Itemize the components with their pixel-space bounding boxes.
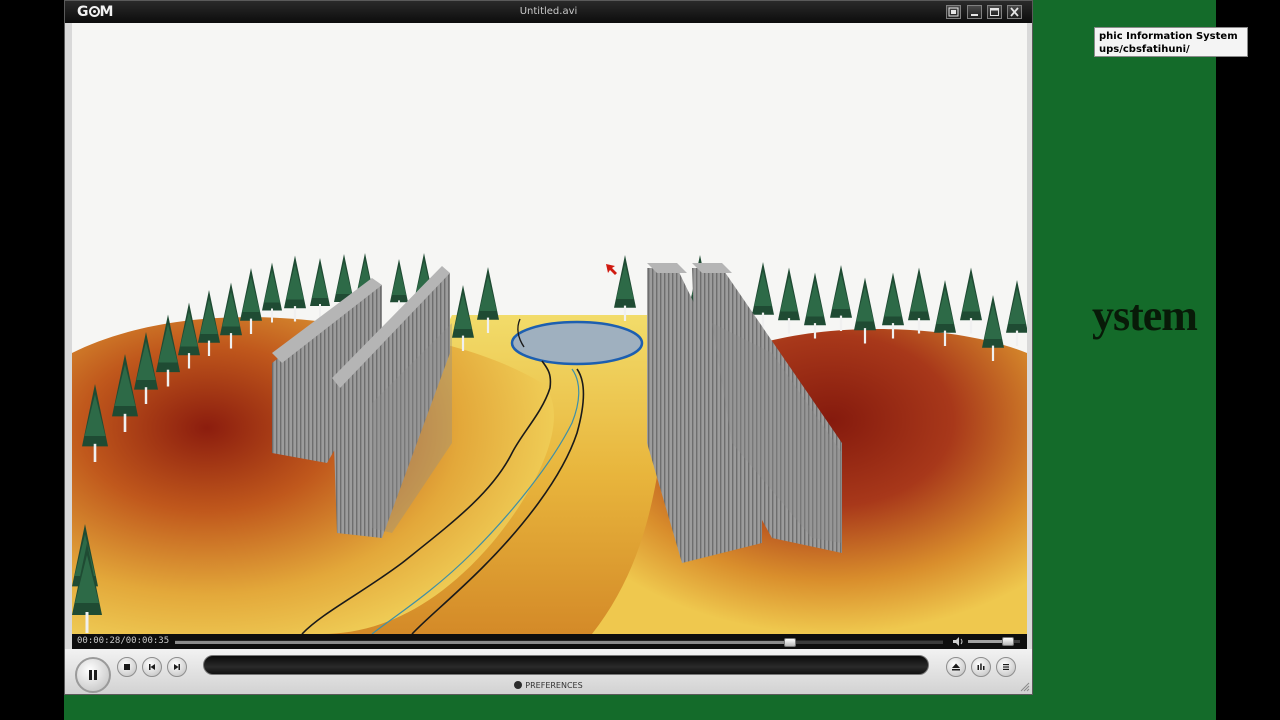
lake xyxy=(510,320,644,366)
stop-icon xyxy=(124,664,130,670)
close-button[interactable] xyxy=(1007,5,1022,19)
tooltip-line-2: ups/cbsfatihuni/ xyxy=(1099,44,1190,55)
window-title: Untitled.avi xyxy=(519,6,578,17)
control-bar: PREFERENCES xyxy=(65,649,1032,694)
background-tooltip: phic Information System ups/cbsfatihuni/ xyxy=(1094,27,1248,57)
stop-button[interactable] xyxy=(117,657,137,677)
maximize-button[interactable] xyxy=(987,5,1002,19)
media-player-window: GM Untitled.avi 00:00:28/00:00:35 PREFER… xyxy=(64,0,1033,695)
playlist-icon xyxy=(1003,664,1009,670)
fullscreen-icon xyxy=(948,7,959,17)
preferences-icon xyxy=(514,681,523,689)
preferences-link[interactable]: PREFERENCES xyxy=(65,680,1032,691)
previous-button[interactable] xyxy=(142,657,162,677)
minimize-button[interactable] xyxy=(967,5,982,19)
open-file-button[interactable] xyxy=(946,657,966,677)
next-button[interactable] xyxy=(167,657,187,677)
control-panel-button[interactable] xyxy=(971,657,991,677)
cursor-arrow-icon xyxy=(606,264,617,275)
resize-grip-icon[interactable] xyxy=(1020,682,1030,692)
terrain-scene xyxy=(72,23,1027,634)
eject-icon xyxy=(952,663,960,671)
close-icon xyxy=(1010,7,1019,17)
volume-handle[interactable] xyxy=(1002,637,1014,646)
tooltip-line-1: phic Information System xyxy=(1099,31,1238,42)
playlist-button[interactable] xyxy=(996,657,1016,677)
video-surface[interactable] xyxy=(72,23,1027,634)
seek-strip: 00:00:28/00:00:35 xyxy=(72,634,1027,649)
previous-icon xyxy=(149,664,155,670)
info-display-panel xyxy=(203,655,929,675)
volume-slider[interactable] xyxy=(968,637,1020,646)
maximize-icon xyxy=(990,8,999,16)
preferences-label: PREFERENCES xyxy=(525,681,583,690)
seek-handle[interactable] xyxy=(784,638,797,647)
next-icon xyxy=(174,664,180,670)
seek-bar[interactable] xyxy=(175,638,943,647)
seek-progress xyxy=(175,641,790,644)
title-bar[interactable]: GM Untitled.avi xyxy=(65,1,1032,23)
speaker-icon[interactable] xyxy=(952,636,964,647)
background-heading: ystem xyxy=(1092,291,1198,340)
time-readout: 00:00:28/00:00:35 xyxy=(77,636,170,646)
minimize-icon xyxy=(971,14,978,16)
equalizer-icon xyxy=(977,663,985,670)
fullscreen-button[interactable] xyxy=(946,5,961,19)
